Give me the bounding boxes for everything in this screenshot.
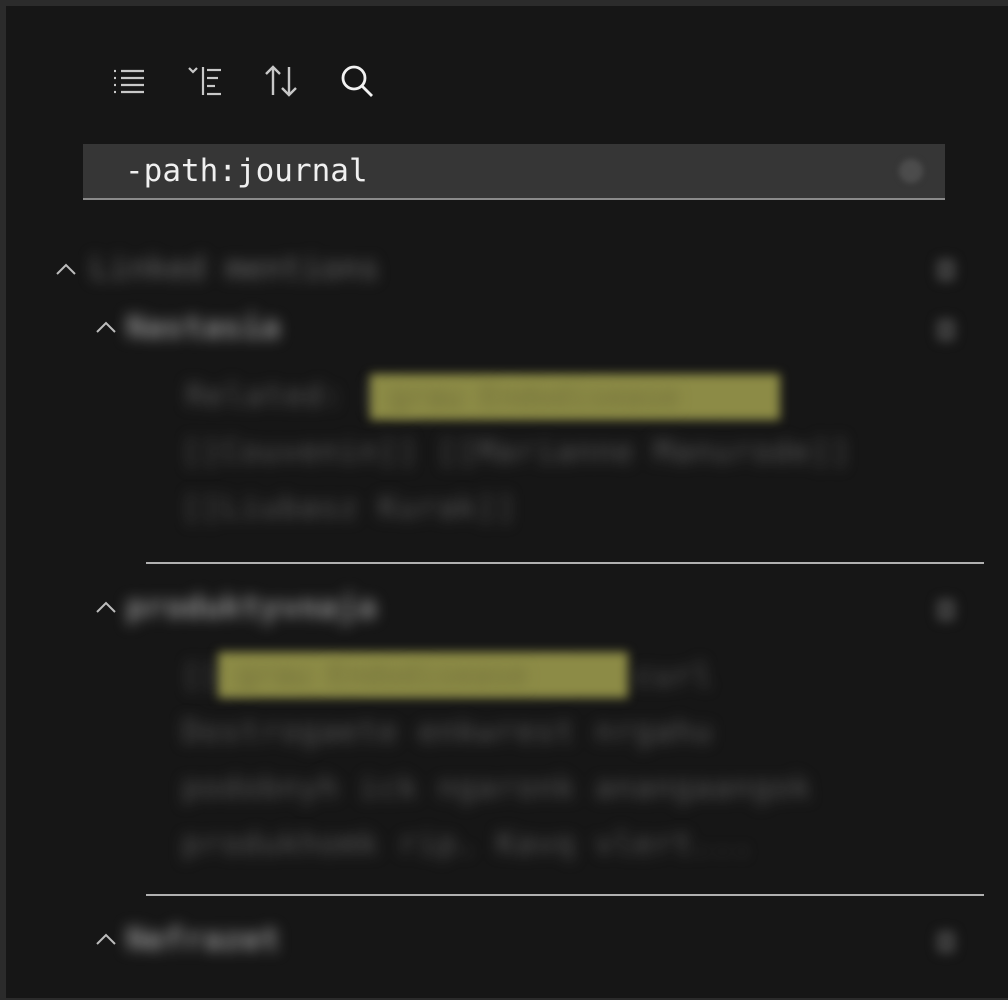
search-field xyxy=(83,144,945,200)
match-highlight-text: grau Endodisease xyxy=(390,380,679,415)
group-count-badge xyxy=(936,258,956,282)
file-count-badge xyxy=(936,598,956,622)
sort-arrows-icon xyxy=(263,64,299,98)
list-icon xyxy=(112,66,146,96)
filter-lines-icon xyxy=(187,65,223,97)
result-divider xyxy=(146,562,984,564)
clear-search-button[interactable] xyxy=(899,159,923,183)
file-chevron-up-icon[interactable] xyxy=(94,316,118,340)
search-input[interactable] xyxy=(83,144,863,198)
match-highlight-text: grau Endodisease xyxy=(238,658,527,693)
match-line: podobnyh ick ngaronk anangaangok xyxy=(182,770,812,806)
file-count-badge xyxy=(936,930,956,954)
file-title[interactable]: Nastasia xyxy=(126,308,280,346)
file-count-badge xyxy=(936,318,956,342)
search-icon xyxy=(339,63,375,99)
search-pane: Linked mentions Nastasia Related: [[grau… xyxy=(6,6,1008,998)
file-title[interactable]: Nefrazet xyxy=(126,920,280,958)
toggle-search-settings-button[interactable] xyxy=(334,58,380,104)
match-line: Dostrogaete enkwrest nrgahu xyxy=(182,714,713,750)
match-line: [[Liubasz Kurak]] xyxy=(182,490,517,526)
match-line: [[Couvenin]] [[Marianne Manurode]] xyxy=(182,434,851,470)
file-title[interactable]: produktyvnaja xyxy=(126,588,376,626)
group-chevron-up-icon[interactable] xyxy=(54,258,78,282)
collapse-all-button[interactable] xyxy=(106,58,152,104)
change-sort-button[interactable] xyxy=(258,58,304,104)
show-more-context-button[interactable] xyxy=(182,58,228,104)
group-title: Linked mentions xyxy=(90,249,379,287)
match-line: produkhomk rip. Kavq vlert... xyxy=(182,826,753,862)
file-chevron-up-icon[interactable] xyxy=(94,928,118,952)
result-divider xyxy=(146,894,984,896)
file-chevron-up-icon[interactable] xyxy=(94,596,118,620)
search-toolbar xyxy=(106,56,380,106)
